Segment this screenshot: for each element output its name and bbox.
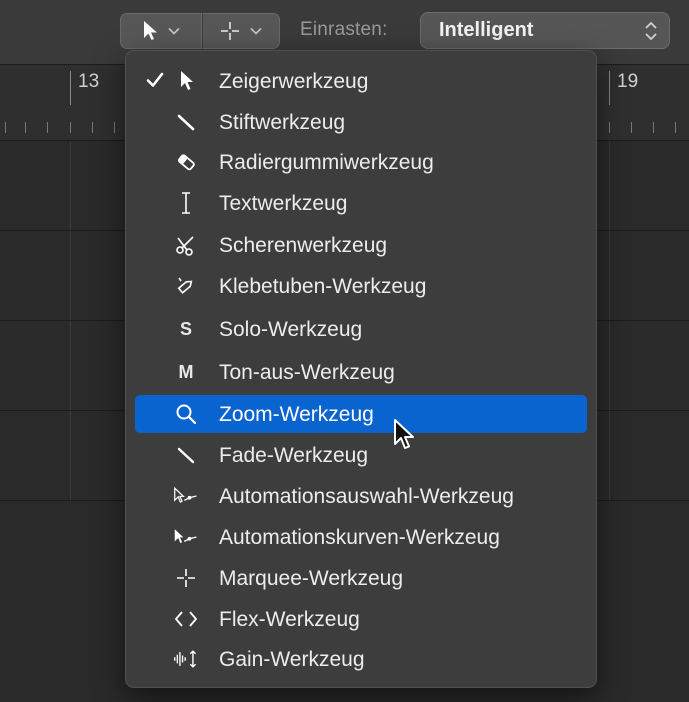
bar-marker — [609, 71, 610, 105]
menu-item-label: Marquee-Werkzeug — [219, 567, 404, 590]
solo-icon: S — [179, 318, 192, 339]
pointer-arrow-icon — [144, 21, 157, 40]
chevron-down-icon — [250, 27, 262, 35]
menu-item-eraser-tool[interactable]: Radiergummiwerkzeug — [135, 143, 587, 181]
bar-marker — [70, 71, 71, 105]
chevron-down-icon — [168, 27, 180, 35]
menu-item-mute-tool[interactable]: M Ton-aus-Werkzeug — [135, 353, 587, 391]
menu-item-glue-tool[interactable]: Klebetuben-Werkzeug — [135, 267, 587, 305]
snap-mode-select[interactable]: Intelligent — [420, 12, 670, 49]
checkmark-icon — [146, 72, 164, 87]
menu-item-label: Ton-aus-Werkzeug — [219, 361, 395, 384]
flex-icon — [173, 606, 199, 632]
tool-menu: Zeigerwerkzeug Stiftwerkzeug Radiergummi… — [125, 50, 597, 688]
bar-gridline — [609, 141, 610, 501]
menu-item-label: Scherenwerkzeug — [219, 234, 388, 257]
menu-item-label: Fade-Werkzeug — [219, 444, 369, 467]
menu-item-label: Klebetuben-Werkzeug — [219, 275, 427, 298]
beat-tick — [25, 122, 26, 133]
eraser-icon — [173, 149, 199, 175]
menu-item-automation-select-tool[interactable]: Automationsauswahl-Werkzeug — [135, 477, 587, 515]
fade-icon — [173, 442, 199, 468]
pointer-icon — [173, 68, 199, 94]
mute-icon: M — [178, 361, 194, 382]
menu-item-flex-tool[interactable]: Flex-Werkzeug — [135, 600, 587, 638]
menu-item-label: Flex-Werkzeug — [219, 608, 360, 631]
beat-tick — [47, 122, 48, 133]
menu-item-label: Zeigerwerkzeug — [219, 70, 369, 93]
menu-item-label: Automationsauswahl-Werkzeug — [219, 485, 514, 508]
menu-item-label: Radiergummiwerkzeug — [219, 151, 434, 174]
menu-item-solo-tool[interactable]: S Solo-Werkzeug — [135, 310, 587, 348]
beat-tick — [70, 122, 71, 133]
left-click-tool-menu-button[interactable] — [120, 13, 202, 49]
menu-item-gain-tool[interactable]: Gain-Werkzeug — [135, 640, 587, 678]
menu-item-label: Gain-Werkzeug — [219, 648, 365, 671]
beat-tick — [114, 122, 115, 133]
marquee-crosshair-icon — [221, 22, 239, 40]
beat-tick — [631, 122, 632, 133]
up-down-chevron-icon — [645, 21, 657, 41]
gain-icon — [173, 646, 199, 672]
glue-icon — [173, 273, 199, 299]
automation-select-icon — [173, 483, 199, 509]
bar-gridline — [70, 141, 71, 501]
marquee-icon — [173, 565, 199, 591]
menu-item-pencil-tool[interactable]: Stiftwerkzeug — [135, 103, 587, 141]
command-click-tool-menu-button[interactable] — [202, 13, 280, 49]
menu-item-pointer-tool[interactable]: Zeigerwerkzeug — [135, 62, 587, 100]
bar-number: 19 — [617, 71, 639, 92]
snap-label: Einrasten: — [300, 19, 388, 40]
beat-tick — [675, 122, 676, 133]
mouse-cursor-icon — [394, 419, 414, 449]
menu-item-zoom-tool[interactable]: Zoom-Werkzeug — [135, 395, 587, 433]
beat-tick — [609, 122, 610, 133]
menu-item-label: Automationskurven-Werkzeug — [219, 526, 500, 549]
menu-item-label: Textwerkzeug — [219, 192, 348, 215]
scissors-icon — [173, 232, 199, 258]
text-cursor-icon — [173, 190, 199, 216]
beat-tick — [92, 122, 93, 133]
snap-mode-value: Intelligent — [439, 19, 534, 41]
pencil-icon — [173, 109, 199, 135]
menu-item-text-tool[interactable]: Textwerkzeug — [135, 184, 587, 222]
zoom-icon — [173, 401, 199, 427]
menu-item-scissors-tool[interactable]: Scherenwerkzeug — [135, 226, 587, 264]
automation-curve-icon — [173, 524, 199, 550]
beat-tick — [5, 122, 6, 133]
beat-tick — [653, 122, 654, 133]
menu-item-label: Solo-Werkzeug — [219, 318, 363, 341]
menu-item-label: Stiftwerkzeug — [219, 111, 346, 134]
bar-number: 13 — [78, 71, 100, 92]
menu-item-automation-curve-tool[interactable]: Automationskurven-Werkzeug — [135, 518, 587, 556]
menu-item-label: Zoom-Werkzeug — [219, 403, 374, 426]
menu-item-fade-tool[interactable]: Fade-Werkzeug — [135, 436, 587, 474]
menu-item-marquee-tool[interactable]: Marquee-Werkzeug — [135, 559, 587, 597]
